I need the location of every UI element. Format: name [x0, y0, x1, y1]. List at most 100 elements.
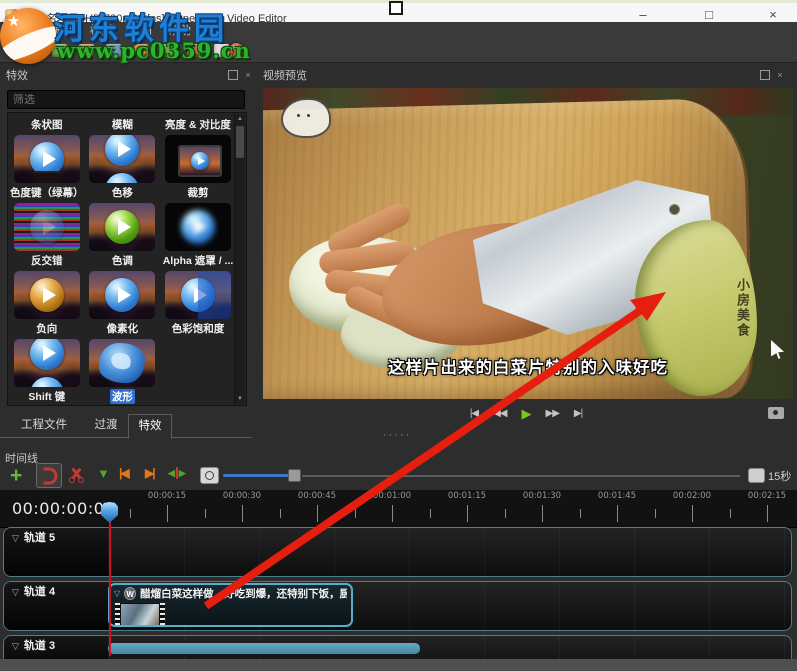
effect-label[interactable]: 色移	[110, 185, 135, 200]
scroll-down-icon[interactable]: ▼	[235, 394, 245, 404]
fast-forward-button[interactable]: ▶▶	[546, 407, 559, 421]
import-files-icon[interactable]	[187, 44, 202, 57]
effect-thumb[interactable]	[165, 203, 231, 251]
new-project-icon[interactable]	[52, 44, 67, 57]
effect-thumb[interactable]	[14, 339, 80, 387]
menu-item-2[interactable]: 标题	[82, 22, 121, 40]
menu-item-3[interactable]: 视图	[121, 22, 160, 40]
stamp-eye	[307, 114, 310, 117]
add-track-button[interactable]: +	[10, 464, 22, 488]
effect-thumb[interactable]	[89, 339, 155, 387]
effect-label[interactable]: Alpha 遮罩 / ...	[161, 253, 236, 268]
add-marker-button[interactable]: ▼	[97, 466, 110, 481]
scrollbar-thumb[interactable]	[236, 126, 244, 158]
redo-icon[interactable]	[160, 44, 175, 57]
effects-scrollbar[interactable]: ▲ ▼	[234, 114, 245, 404]
previous-marker-button[interactable]: |◀	[119, 466, 128, 480]
snap-toggle-button[interactable]	[36, 463, 62, 488]
collapse-track-icon[interactable]: ▽	[12, 640, 19, 653]
effects-filter-input[interactable]	[7, 90, 245, 109]
track-4[interactable]: ▽ 轨道 4 ▽W醋熘白菜这样做，好吃到爆，还特别下饭，厨房...	[3, 581, 792, 631]
timeline-horizontal-scrollbar[interactable]	[108, 643, 420, 654]
effect-label[interactable]: Shift 键	[26, 389, 67, 404]
ruler-tick	[505, 509, 506, 518]
video-preview[interactable]: 小房美食 这样片出来的白菜片特别的入味好吃	[263, 88, 793, 399]
close-panel-icon[interactable]: ×	[775, 70, 785, 80]
effect-thumb[interactable]	[14, 135, 80, 183]
export-video-button[interactable]	[229, 43, 244, 58]
ruler-time-label: 00:01:30	[523, 491, 561, 501]
effect-label[interactable]: 负向	[34, 321, 59, 336]
float-panel-icon[interactable]	[760, 70, 770, 80]
effect-label[interactable]: 色度键（绿幕）	[8, 185, 86, 200]
clip-title: 醋熘白菜这样做，好吃到爆，还特别下饭，厨房...	[140, 586, 347, 601]
effect-thumb[interactable]	[89, 135, 155, 183]
scroll-up-icon[interactable]: ▲	[235, 114, 245, 124]
effect-label[interactable]: 裁剪	[185, 185, 210, 200]
play-button[interactable]: ▶	[522, 407, 531, 421]
clip-menu-icon[interactable]: ▽	[114, 589, 120, 598]
timeline-clip[interactable]: ▽W醋熘白菜这样做，好吃到爆，还特别下饭，厨房...	[108, 583, 353, 627]
choose-profile-icon[interactable]	[214, 44, 229, 57]
effect-label[interactable]: 模糊	[110, 117, 135, 132]
track-header: ▽轨道 5	[4, 528, 108, 576]
menu-item-0[interactable]: 文件	[4, 22, 43, 40]
effect-label[interactable]: 像素化	[105, 321, 141, 336]
close-panel-icon[interactable]: ×	[243, 70, 253, 80]
menu-item-1[interactable]: 编辑	[43, 22, 82, 40]
tabs-baseline	[0, 437, 252, 438]
undo-icon[interactable]	[133, 44, 148, 57]
effect-thumb[interactable]	[14, 203, 80, 251]
track-5[interactable]: ▽轨道 5	[3, 527, 792, 577]
snapshot-camera-icon[interactable]	[768, 407, 784, 419]
play-icon	[181, 210, 215, 244]
effect-label[interactable]: 色调	[110, 253, 135, 268]
effect-thumb[interactable]	[165, 271, 231, 319]
next-marker-button[interactable]: ▶|	[145, 466, 154, 480]
track-name: 轨道 4	[24, 586, 55, 599]
effect-label[interactable]: 波形	[110, 389, 135, 404]
effect-thumb[interactable]	[89, 203, 155, 251]
main-toolbar	[0, 40, 797, 63]
open-project-icon[interactable]	[79, 44, 94, 57]
effect-thumb[interactable]	[165, 135, 231, 183]
timeline-ruler[interactable]: 00:00:00:01 00:00:1500:00:3000:00:4500:0…	[0, 490, 797, 528]
wave-play-icon	[99, 343, 145, 383]
rewind-button[interactable]: ◀◀	[493, 407, 506, 421]
save-project-icon[interactable]	[106, 44, 121, 57]
effects-cell: 色度键（绿幕）	[9, 185, 85, 200]
razor-tool-button[interactable]	[67, 466, 85, 483]
menu-item-4[interactable]: 帮助	[160, 22, 199, 40]
effect-label[interactable]: 色彩饱和度	[170, 321, 227, 336]
effect-label[interactable]: 反交错	[29, 253, 65, 268]
track-body[interactable]	[109, 528, 791, 576]
tab-过渡[interactable]: 过渡	[86, 414, 126, 437]
effects-cell	[160, 135, 236, 183]
jump-to-start-button[interactable]: |◀	[470, 407, 478, 421]
collapse-track-icon[interactable]: ▽	[12, 532, 19, 545]
zoom-slider-track-active[interactable]	[223, 474, 289, 477]
effect-label[interactable]: 条状图	[29, 117, 65, 132]
ruler-tick	[692, 505, 693, 522]
effects-label-row: Shift 键 波形	[9, 389, 236, 404]
zoom-timeline-button[interactable]	[200, 467, 219, 484]
effects-label-row: 色度键（绿幕） 色移 裁剪	[9, 185, 236, 200]
tab-特效[interactable]: 特效	[128, 414, 172, 439]
zoom-slider-track[interactable]	[302, 475, 740, 477]
tab-工程文件[interactable]: 工程文件	[6, 414, 82, 437]
effect-label[interactable]: 亮度 & 对比度	[163, 117, 233, 132]
zoom-slider-handle[interactable]	[288, 469, 301, 482]
zoom-fit-button[interactable]	[748, 468, 765, 483]
collapse-track-icon[interactable]: ▽	[12, 586, 19, 599]
effect-thumb[interactable]	[89, 271, 155, 319]
play-icon	[30, 339, 64, 370]
splitter-handle[interactable]: ·····	[383, 429, 411, 441]
timeline-toolbar: + ▼ |◀ ▶| ◀▶ 15秒	[0, 462, 797, 490]
effects-cell: 裁剪	[160, 185, 236, 200]
jump-to-end-button[interactable]: ▶|	[574, 407, 582, 421]
ruler-time-label: 00:00:30	[223, 491, 261, 501]
ruler-tick	[542, 505, 543, 522]
float-panel-icon[interactable]	[228, 70, 238, 80]
center-playhead-button[interactable]: ◀▶	[168, 467, 186, 479]
effect-thumb[interactable]	[14, 271, 80, 319]
